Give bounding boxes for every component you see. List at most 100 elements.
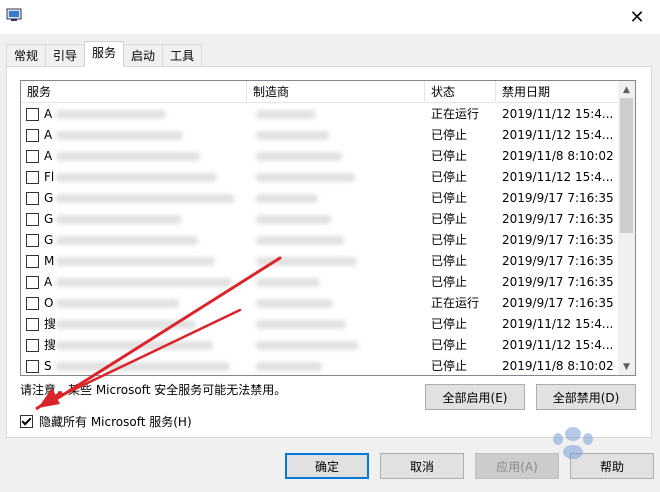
redacted-manufacturer xyxy=(256,362,322,371)
disabled-date-cell: 2019/9/17 7:16:35 xyxy=(502,296,614,310)
enable-all-button[interactable]: 全部启用(E) xyxy=(425,384,525,410)
status-cell: 已停止 xyxy=(431,149,468,163)
table-row[interactable]: O 正在运行 2019/9/17 7:16:35 xyxy=(21,293,619,314)
service-name-cell: Fl xyxy=(21,167,247,188)
table-row[interactable]: Fl 已停止 2019/11/12 15:4... xyxy=(21,167,619,188)
status-cell: 已停止 xyxy=(431,212,468,226)
table-row[interactable]: 搜 已停止 2019/11/12 15:4... xyxy=(21,335,619,356)
redacted-name xyxy=(56,215,181,224)
tab-startup[interactable]: 启动 xyxy=(123,44,164,67)
disabled-date-cell: 2019/11/12 15:4... xyxy=(502,338,614,352)
redacted-manufacturer xyxy=(256,173,355,182)
service-name-text: Fl xyxy=(44,170,55,184)
redacted-manufacturer xyxy=(256,236,344,245)
disabled-date-cell: 2019/11/8 8:10:02 xyxy=(502,149,614,163)
table-row[interactable]: A 正在运行 2019/11/12 15:4... xyxy=(21,104,619,125)
table-row[interactable]: A 已停止 2019/9/17 7:16:35 xyxy=(21,272,619,293)
column-header-service[interactable]: 服务 xyxy=(21,81,247,103)
service-name-cell: G xyxy=(21,209,247,230)
service-name-text: A xyxy=(44,275,53,289)
disabled-date-cell: 2019/11/8 8:10:02 xyxy=(502,359,614,373)
scroll-up-icon[interactable]: ▲ xyxy=(618,81,635,98)
service-name-text: O xyxy=(44,296,54,310)
table-row[interactable]: G 已停止 2019/9/17 7:16:35 xyxy=(21,230,619,251)
redacted-manufacturer xyxy=(256,194,318,203)
status-cell: 已停止 xyxy=(431,233,468,247)
disable-all-button[interactable]: 全部禁用(D) xyxy=(536,384,636,410)
column-header-manufacturer[interactable]: 制造商 xyxy=(247,81,425,103)
disabled-date-cell: 2019/9/17 7:16:35 xyxy=(502,233,614,247)
title-bar: ✕ xyxy=(0,0,660,34)
service-checkbox[interactable] xyxy=(26,108,39,121)
service-checkbox[interactable] xyxy=(26,339,39,352)
services-list[interactable]: 服务 制造商 状态 禁用日期 A 正在运行 2019/11/12 15:4... A 已… xyxy=(20,80,636,376)
service-checkbox[interactable] xyxy=(26,276,39,289)
tab-services[interactable]: 服务 xyxy=(84,41,125,67)
disabled-date-cell: 2019/11/12 15:4... xyxy=(502,170,614,184)
list-rows: A 正在运行 2019/11/12 15:4... A 已停止 2019/11/12 15… xyxy=(21,104,619,375)
apply-button[interactable]: 应用(A) xyxy=(475,453,559,479)
status-cell: 已停止 xyxy=(431,191,468,205)
column-header-status[interactable]: 状态 xyxy=(425,81,496,103)
service-checkbox[interactable] xyxy=(26,213,39,226)
tab-boot[interactable]: 引导 xyxy=(45,44,86,67)
status-cell: 已停止 xyxy=(431,170,468,184)
service-name-cell: M xyxy=(21,251,247,272)
table-row[interactable]: A 已停止 2019/11/8 8:10:02 xyxy=(21,146,619,167)
redacted-name xyxy=(56,320,196,329)
scroll-thumb[interactable] xyxy=(620,98,633,233)
service-name-text: 搜 xyxy=(44,317,57,331)
table-row[interactable]: 搜 已停止 2019/11/12 15:4... xyxy=(21,314,619,335)
close-button[interactable]: ✕ xyxy=(614,0,660,34)
service-checkbox[interactable] xyxy=(26,234,39,247)
service-checkbox[interactable] xyxy=(26,360,39,373)
tab-strip: 常规 引导 服务 启动 工具 xyxy=(6,41,203,67)
service-checkbox[interactable] xyxy=(26,318,39,331)
manufacturer-cell xyxy=(247,209,425,230)
redacted-manufacturer xyxy=(256,257,357,266)
service-name-cell: A xyxy=(21,146,247,167)
table-row[interactable]: M 已停止 2019/9/17 7:16:35 xyxy=(21,251,619,272)
msconfig-icon xyxy=(6,8,22,21)
help-button[interactable]: 帮助 xyxy=(570,453,654,479)
redacted-manufacturer xyxy=(256,152,342,161)
tab-general[interactable]: 常规 xyxy=(6,44,47,67)
table-row[interactable]: A 已停止 2019/11/12 15:4... xyxy=(21,125,619,146)
table-row[interactable]: G 已停止 2019/9/17 7:16:35 xyxy=(21,209,619,230)
redacted-name xyxy=(56,236,198,245)
service-name-cell: A xyxy=(21,104,247,125)
service-checkbox[interactable] xyxy=(26,297,39,310)
list-header: 服务 制造商 状态 禁用日期 xyxy=(21,81,619,103)
service-checkbox[interactable] xyxy=(26,192,39,205)
tab-tools[interactable]: 工具 xyxy=(162,44,203,67)
manufacturer-cell xyxy=(247,356,425,375)
service-checkbox[interactable] xyxy=(26,150,39,163)
service-name-text: S xyxy=(44,359,52,373)
redacted-manufacturer xyxy=(256,131,329,140)
ok-button[interactable]: 确定 xyxy=(285,453,369,479)
disabled-date-cell: 2019/11/12 15:4... xyxy=(502,128,614,142)
redacted-name xyxy=(56,131,183,140)
service-name-cell: 搜 xyxy=(21,314,247,335)
manufacturer-cell xyxy=(247,272,425,293)
status-cell: 正在运行 xyxy=(431,296,480,310)
scroll-down-icon[interactable]: ▼ xyxy=(618,358,635,375)
table-row[interactable]: S 已停止 2019/11/8 8:10:02 xyxy=(21,356,619,375)
redacted-name xyxy=(56,257,215,266)
table-row[interactable]: G 已停止 2019/9/17 7:16:35 xyxy=(21,188,619,209)
service-checkbox[interactable] xyxy=(26,129,39,142)
manufacturer-cell xyxy=(247,230,425,251)
manufacturer-cell xyxy=(247,335,425,356)
cancel-button[interactable]: 取消 xyxy=(380,453,464,479)
service-checkbox[interactable] xyxy=(26,171,39,184)
hide-microsoft-checkbox[interactable] xyxy=(20,415,33,428)
service-checkbox[interactable] xyxy=(26,255,39,268)
service-name-cell: G xyxy=(21,230,247,251)
service-name-cell: O xyxy=(21,293,247,314)
redacted-manufacturer xyxy=(256,278,320,287)
disabled-date-cell: 2019/11/12 15:4... xyxy=(502,107,614,121)
vertical-scrollbar[interactable]: ▲ ▼ xyxy=(618,81,635,375)
service-name-cell: 搜 xyxy=(21,335,247,356)
column-header-disabled-date[interactable]: 禁用日期 xyxy=(496,81,619,103)
hide-microsoft-services[interactable]: 隐藏所有 Microsoft 服务(H) xyxy=(20,413,192,430)
